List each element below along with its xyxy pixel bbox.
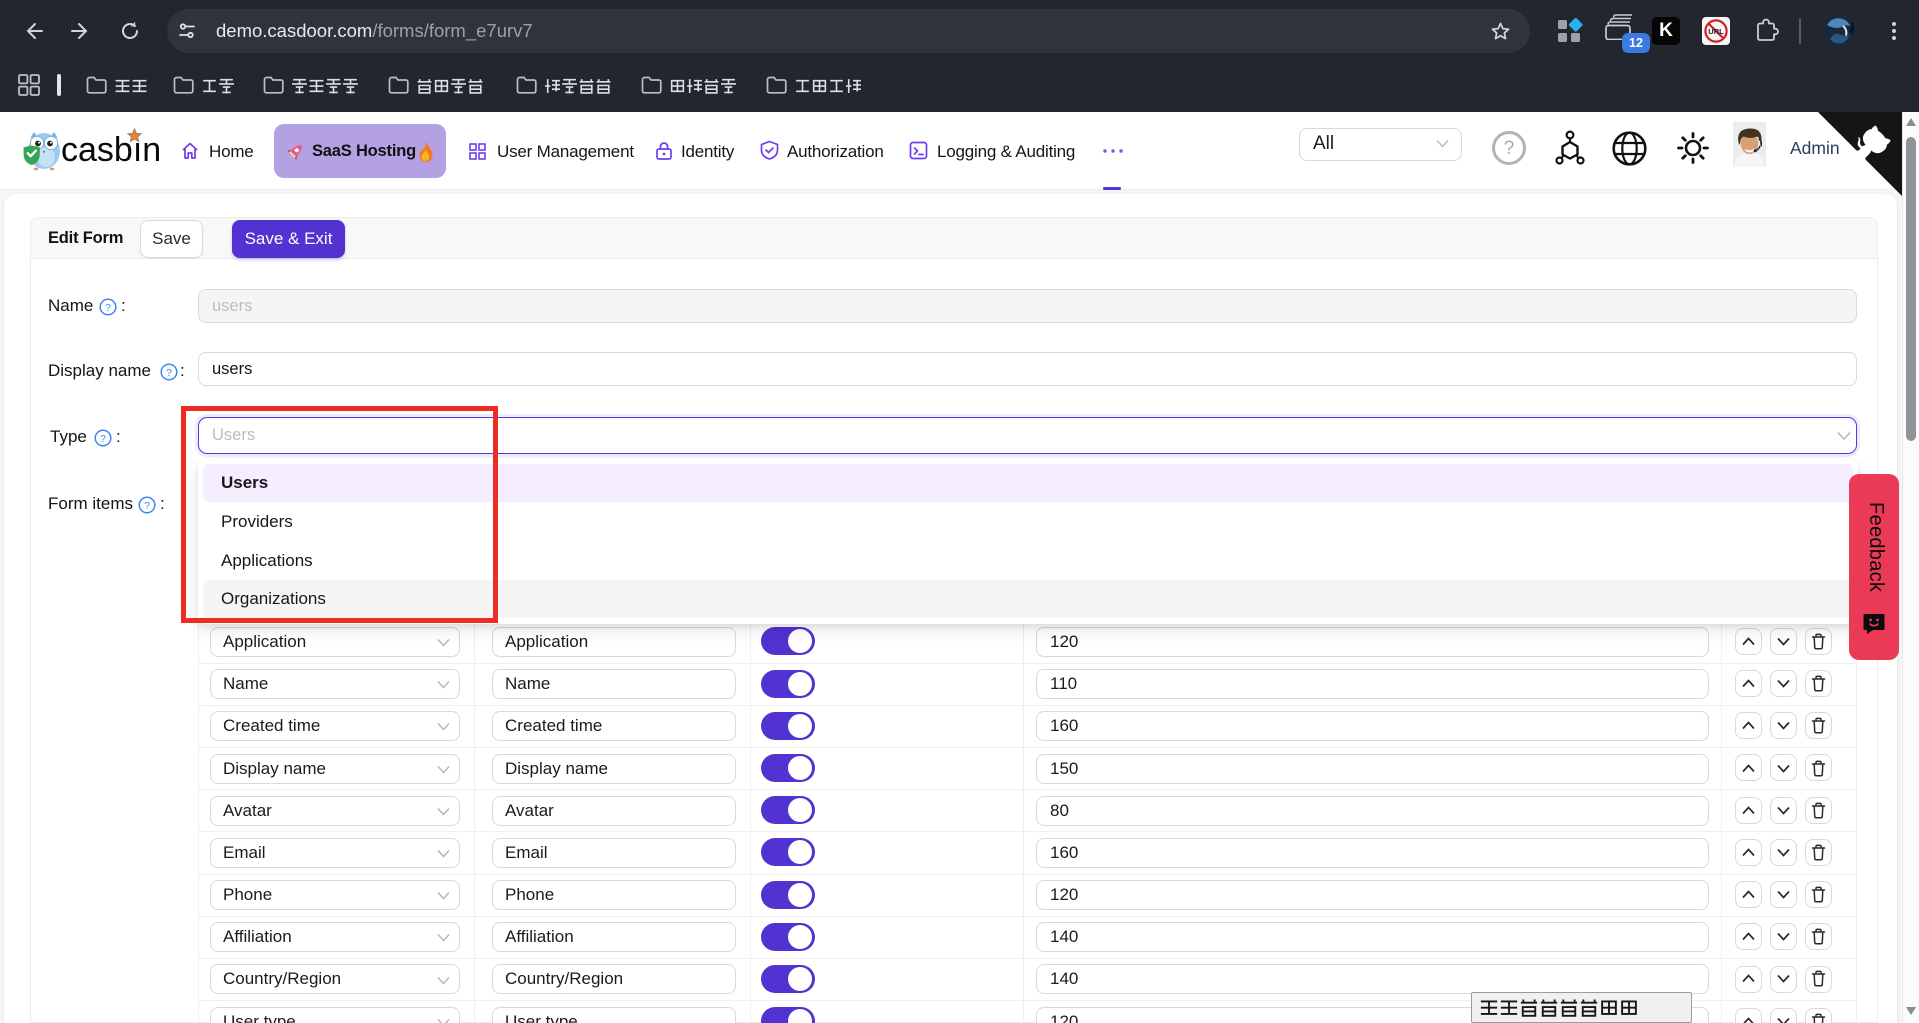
svg-text:?: ?: [166, 367, 172, 379]
svg-text:?: ?: [105, 302, 111, 314]
svg-text:?: ?: [100, 433, 106, 445]
svg-text:URL: URL: [1708, 27, 1724, 36]
svg-text:?: ?: [144, 500, 150, 512]
